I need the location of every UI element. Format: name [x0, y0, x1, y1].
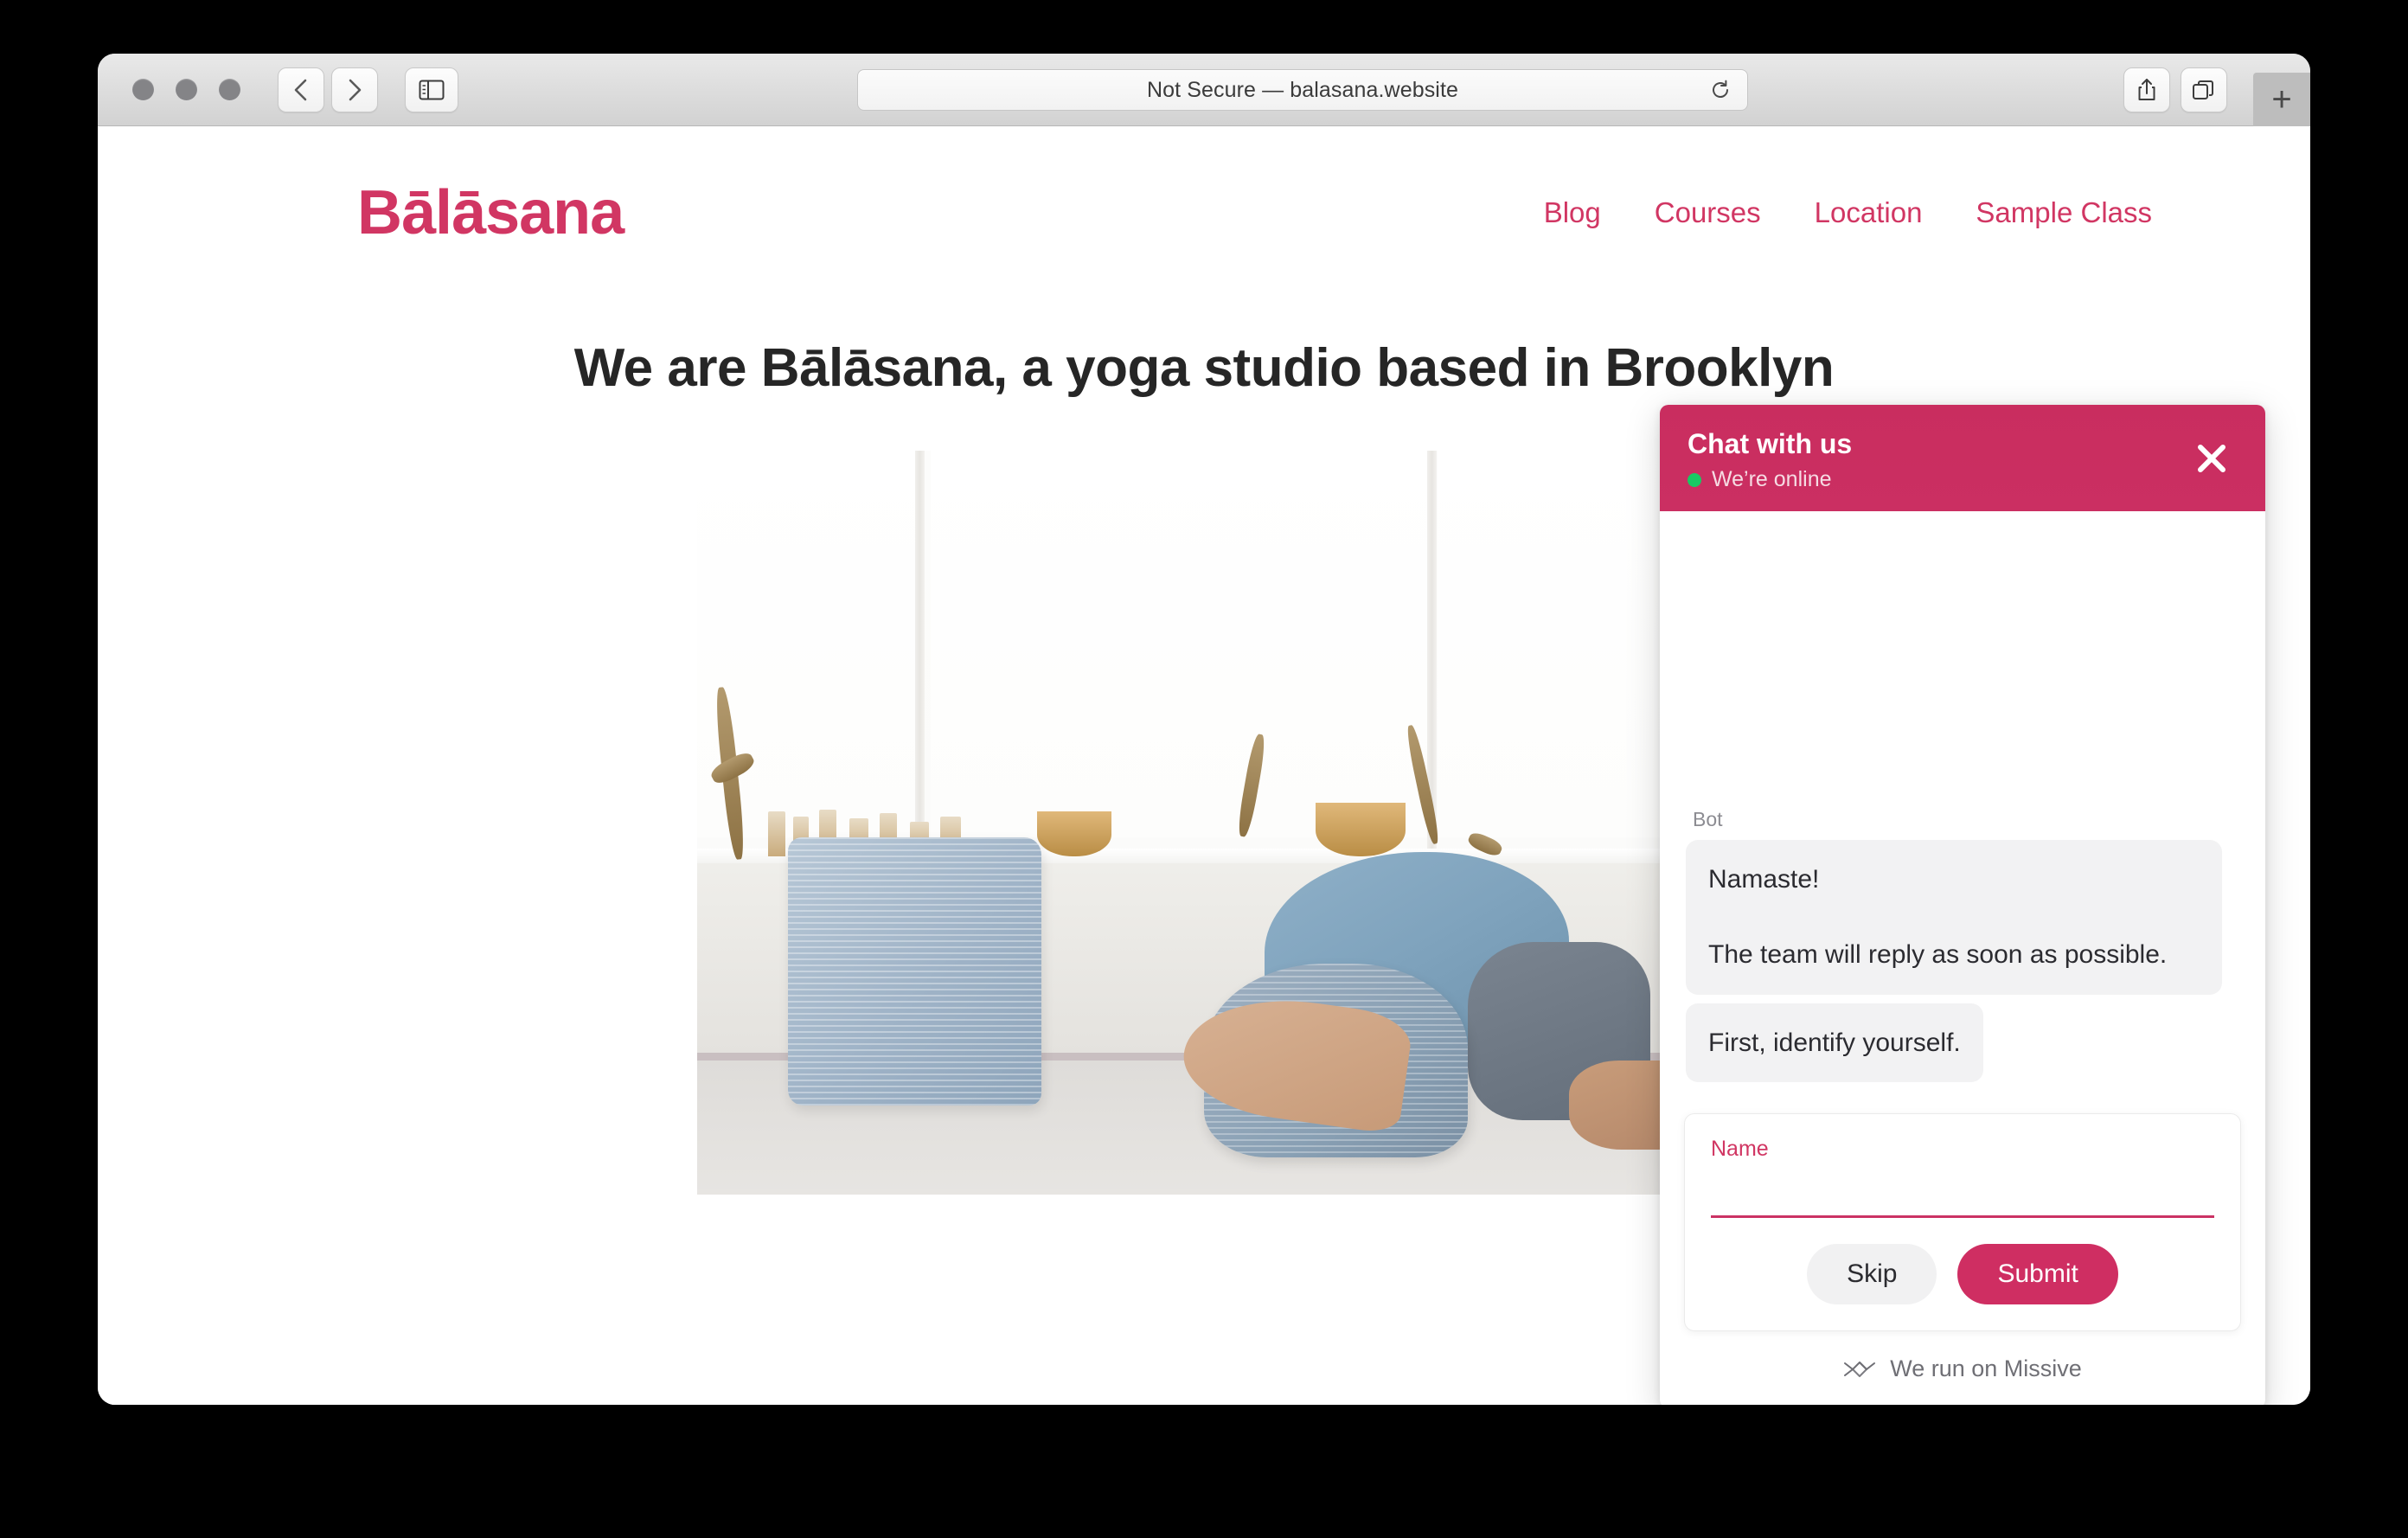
nav-link-blog[interactable]: Blog — [1544, 196, 1601, 229]
missive-logo-icon — [1844, 1361, 1876, 1377]
close-window-button[interactable] — [132, 79, 154, 100]
chat-status: We’re online — [1688, 467, 2238, 492]
browser-toolbar: Not Secure — balasana.website + — [98, 54, 2310, 126]
reload-icon — [1713, 80, 1728, 98]
site-header: Bālāsana Blog Courses Location Sample Cl… — [98, 126, 2310, 256]
back-button[interactable] — [278, 67, 324, 112]
sidebar-icon — [419, 80, 445, 99]
chat-message-list: Bot Namaste! The team will reply as soon… — [1660, 511, 2265, 1106]
chat-header: Chat with us We’re online — [1660, 405, 2265, 512]
nav-link-sample-class[interactable]: Sample Class — [1976, 196, 2152, 229]
nav-link-courses[interactable]: Courses — [1655, 196, 1761, 229]
nav-link-location[interactable]: Location — [1815, 196, 1923, 229]
sidebar-toggle-button[interactable] — [405, 67, 458, 112]
identify-form: Name Skip Submit — [1684, 1113, 2241, 1331]
share-button[interactable] — [2123, 67, 2170, 112]
message-sender-label: Bot — [1693, 808, 1723, 830]
tab-overview-icon — [2193, 80, 2213, 99]
chat-status-text: We’re online — [1712, 467, 1832, 492]
toolbar-right-buttons — [2123, 67, 2227, 112]
chat-message-bubble: Namaste! The team will reply as soon as … — [1686, 840, 2222, 995]
desktop-background: Not Secure — balasana.website + Bālāsana… — [0, 0, 2408, 1538]
skip-button[interactable]: Skip — [1807, 1244, 1937, 1304]
chat-footer[interactable]: We run on Missive — [1660, 1331, 2265, 1405]
site-logo[interactable]: Bālāsana — [357, 182, 624, 244]
close-icon — [2198, 444, 2225, 472]
address-bar[interactable]: Not Secure — balasana.website — [857, 69, 1748, 111]
browser-window: Not Secure — balasana.website + Bālāsana… — [98, 54, 2310, 1405]
web-page: Bālāsana Blog Courses Location Sample Cl… — [98, 126, 2310, 1405]
forward-button[interactable] — [331, 67, 378, 112]
hero-image-container — [697, 451, 1711, 1195]
name-field-label: Name — [1711, 1137, 1769, 1161]
minimize-window-button[interactable] — [176, 79, 197, 100]
new-tab-button[interactable]: + — [2253, 73, 2310, 126]
chat-title: Chat with us — [1688, 428, 1853, 459]
online-status-dot — [1688, 472, 1701, 487]
chat-widget: Chat with us We’re online Bot Namaste! T… — [1660, 405, 2265, 1405]
site-navigation: Blog Courses Location Sample Class — [1544, 196, 2152, 229]
footer-text: We run on Missive — [1890, 1355, 2082, 1381]
maximize-window-button[interactable] — [219, 79, 240, 100]
tab-overview-button[interactable] — [2181, 67, 2227, 112]
address-text: Not Secure — balasana.website — [1146, 77, 1459, 102]
close-chat-button[interactable] — [2189, 436, 2234, 481]
form-actions: Skip Submit — [1711, 1244, 2214, 1304]
sidebar-toggle-group — [405, 67, 458, 112]
window-controls — [132, 79, 240, 100]
submit-button[interactable]: Submit — [1957, 1244, 2118, 1304]
navigation-buttons — [278, 67, 378, 112]
chat-message-bubble: First, identify yourself. — [1686, 1003, 1983, 1082]
reload-button[interactable] — [1707, 77, 1733, 103]
name-input[interactable] — [1711, 1165, 2214, 1218]
page-headline: We are Bālāsana, a yoga studio based in … — [573, 338, 1835, 398]
hero-image — [697, 451, 1711, 1195]
share-icon — [2138, 78, 2155, 100]
